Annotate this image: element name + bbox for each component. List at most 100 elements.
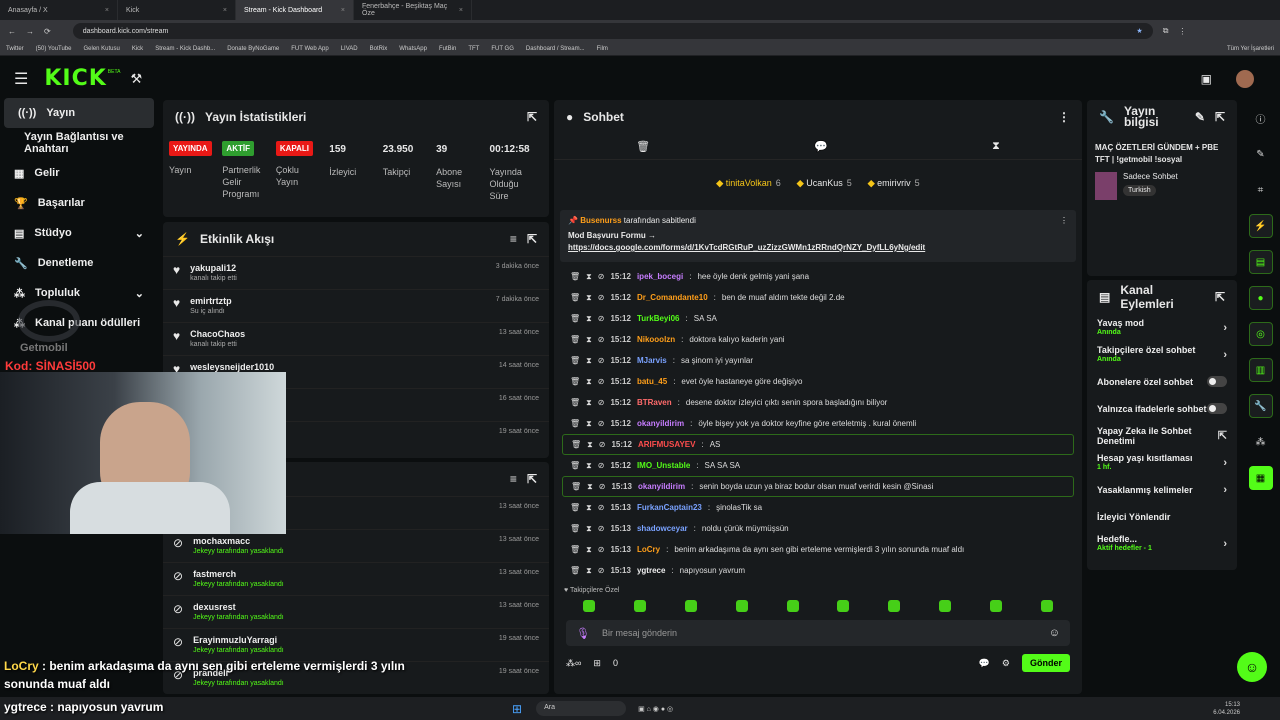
delete-icon[interactable]: 🗑	[570, 272, 580, 281]
gifter[interactable]: ◆ emirivriv 5	[868, 178, 920, 189]
chat-message[interactable]: 🗑 ⧗ ⊘ 15:13 shadowceyar: noldu çürük müymüşsü…	[554, 518, 1082, 539]
channel-action[interactable]: Takipçilere özel sohbet Anında ›	[1087, 341, 1237, 368]
list-item[interactable]: ⊘ dexusrest Jekeyy tarafından yasaklandı 13…	[163, 595, 549, 628]
send-button[interactable]: Gönder	[1021, 654, 1070, 672]
ban-icon[interactable]: ⊘	[598, 545, 605, 554]
msg-user[interactable]: okanyildirim	[638, 482, 685, 491]
timeout-icon[interactable]: ⧗	[586, 272, 592, 282]
timeout-icon[interactable]: ⧗	[586, 545, 592, 555]
bookmark-item[interactable]: WhatsApp	[399, 46, 427, 52]
msg-user[interactable]: ARIFMUSAYEV	[638, 440, 696, 449]
ban-icon[interactable]: ⊘	[598, 335, 605, 344]
list-item[interactable]: ♥ emirtrtztp Su iç alındı 7 dakika önce	[163, 289, 549, 322]
sidebar-item[interactable]: ▤ Stüdyo ⌄	[0, 218, 158, 248]
bookmark-item[interactable]: FutBin	[439, 46, 456, 52]
channel-action[interactable]: Hesap yaşı kısıtlaması 1 hf. ›	[1087, 449, 1237, 476]
delete-icon[interactable]: 🗑	[570, 524, 580, 533]
wrench-icon[interactable]: 🔧	[1248, 394, 1273, 418]
timeout-icon[interactable]: ⧗	[586, 335, 592, 345]
popout-icon[interactable]: ⇱	[1215, 290, 1225, 304]
close-icon[interactable]: ×	[223, 7, 227, 14]
filter-icon[interactable]: ≡	[510, 232, 517, 246]
ban-icon[interactable]: ⊘	[598, 461, 605, 470]
chat-message[interactable]: 🗑 ⧗ ⊘ 15:13 FurkanCaptain23: şinolasTik sa	[554, 497, 1082, 518]
category-name[interactable]: Sadece Sohbet	[1123, 172, 1178, 181]
timeout-icon[interactable]: ⧗	[586, 566, 592, 576]
timeout-icon[interactable]: ⧗	[586, 398, 592, 408]
channel-action[interactable]: Yapay Zeka ile Sohbet Denetimi ⇱	[1087, 422, 1237, 449]
chat-input[interactable]: 🎙 Bir mesaj gönderin ☺	[566, 620, 1070, 646]
emote-icon[interactable]	[837, 600, 850, 612]
sidebar-item[interactable]: ((·)) Yayın	[4, 98, 154, 128]
delete-icon[interactable]: 🗑	[571, 482, 581, 491]
windows-start-icon[interactable]: ⊞	[512, 702, 522, 716]
chat-message[interactable]: 🗑 ⧗ ⊘ 15:13 LoCry: benim arkadaşıma da aynı s…	[554, 539, 1082, 560]
message-icon[interactable]: 💬	[814, 140, 828, 153]
popout-icon[interactable]: ⇱	[527, 232, 537, 246]
msg-user[interactable]: MJarvis	[637, 356, 667, 365]
delete-icon[interactable]: 🗑	[570, 335, 580, 344]
pencil-icon[interactable]: ✎	[1249, 142, 1273, 166]
timeout-icon[interactable]: ⧗	[586, 524, 592, 534]
browser-tab[interactable]: Stream - Kick Dashboard ×	[236, 0, 354, 20]
bookmark-item[interactable]: Twitter	[6, 46, 24, 52]
browser-tab[interactable]: Fenerbahçe - Beşiktaş Maç Öze ×	[354, 0, 472, 20]
list-item[interactable]: ♥ yakupali12 kanalı takip etti 3 dakika önc…	[163, 256, 549, 289]
chat-message[interactable]: 🗑 ⧗ ⊘ 15:12 ARIFMUSAYEV: AS	[562, 434, 1074, 455]
bookmark-item[interactable]: BotRix	[370, 46, 388, 52]
gifter[interactable]: ◆ tinitaVolkan 6	[716, 178, 780, 189]
chat-message[interactable]: 🗑 ⧗ ⊘ 15:12 Dr_Comandante10: ben de muaf aldı…	[554, 287, 1082, 308]
ban-icon[interactable]: ⊘	[598, 293, 605, 302]
delete-icon[interactable]: 🗑	[571, 440, 581, 449]
bookmark-item[interactable]: FUT GG	[491, 46, 514, 52]
support-chat-icon[interactable]: ☺	[1237, 652, 1267, 682]
emote-icon[interactable]	[786, 600, 799, 612]
bookmark-item[interactable]: Donate ByNoGame	[227, 46, 279, 52]
bookmark-item[interactable]: Dashboard / Stream...	[526, 46, 585, 52]
ban-icon[interactable]: ⊘	[599, 440, 606, 449]
sidebar-item[interactable]: Yayın Bağlantısı ve Anahtarı	[0, 128, 158, 158]
extensions-icon[interactable]: ⧉	[1163, 26, 1169, 36]
channel-action[interactable]: Yavaş mod Anında ›	[1087, 314, 1237, 341]
channel-action[interactable]: Abonelere özel sohbet	[1087, 368, 1237, 395]
popout-icon[interactable]: ⇱	[527, 110, 537, 124]
bookmark-item[interactable]: (50) YouTube	[36, 46, 72, 52]
url-input[interactable]: dashboard.kick.com/stream ★	[72, 23, 1153, 39]
delete-icon[interactable]: 🗑	[570, 566, 580, 575]
chat-message[interactable]: 🗑 ⧗ ⊘ 15:12 Nikooolzn: doktora kalıyo kaderin…	[554, 329, 1082, 350]
msg-user[interactable]: batu_45	[637, 377, 667, 386]
kick-app-icon[interactable]: ▦	[1248, 466, 1273, 490]
users-infinity-icon[interactable]: ⁂∞	[566, 658, 581, 669]
msg-user[interactable]: okanyildirim	[637, 419, 684, 428]
bookmark-item[interactable]: Film	[597, 46, 608, 52]
emote-icon[interactable]	[989, 600, 1002, 612]
delete-icon[interactable]: 🗑	[570, 293, 580, 302]
unpin-icon[interactable]: ⋮	[1060, 216, 1068, 225]
emoji-icon[interactable]: ☺	[1049, 627, 1060, 639]
timeout-icon[interactable]: ⧗	[586, 461, 592, 471]
bookmark-item[interactable]: Kick	[132, 46, 143, 52]
emote-icon[interactable]	[583, 600, 596, 612]
close-icon[interactable]: ×	[105, 7, 109, 14]
delete-icon[interactable]: 🗑	[570, 314, 580, 323]
delete-icon[interactable]: 🗑	[570, 419, 580, 428]
avatar[interactable]	[1236, 69, 1254, 88]
popout-icon[interactable]: ⇱	[527, 472, 537, 486]
ban-icon[interactable]: ⊘	[598, 566, 605, 575]
chat-bubble-small-icon[interactable]: 💬	[979, 658, 990, 669]
chat-message[interactable]: 🗑 ⧗ ⊘ 15:12 TurkBeyi06: SA SA	[554, 308, 1082, 329]
menu-dots-icon[interactable]: ⋮	[1178, 27, 1186, 36]
chat-message[interactable]: 🗑 ⧗ ⊘ 15:12 batu_45: evet öyle hastaneye göre…	[554, 371, 1082, 392]
popout-icon[interactable]: ⇱	[1215, 110, 1225, 124]
timeout-icon[interactable]: ⧗	[587, 440, 593, 450]
close-icon[interactable]: ×	[459, 7, 463, 14]
toggle-switch[interactable]	[1207, 376, 1227, 387]
ban-icon[interactable]: ⊘	[598, 419, 605, 428]
chat-message[interactable]: 🗑 ⧗ ⊘ 15:13 okanyildirim: senin boyda uzun ya…	[562, 476, 1074, 497]
users-icon[interactable]: ⁂	[1249, 430, 1273, 454]
emote-icon[interactable]	[938, 600, 951, 612]
chat-menu-icon[interactable]: ⋮	[1058, 110, 1070, 124]
hammer-icon[interactable]: ⚒	[130, 71, 142, 87]
timeout-icon[interactable]: ⧗	[586, 356, 592, 366]
channel-action[interactable]: Yasaklanmış kelimeler ›	[1087, 476, 1237, 503]
